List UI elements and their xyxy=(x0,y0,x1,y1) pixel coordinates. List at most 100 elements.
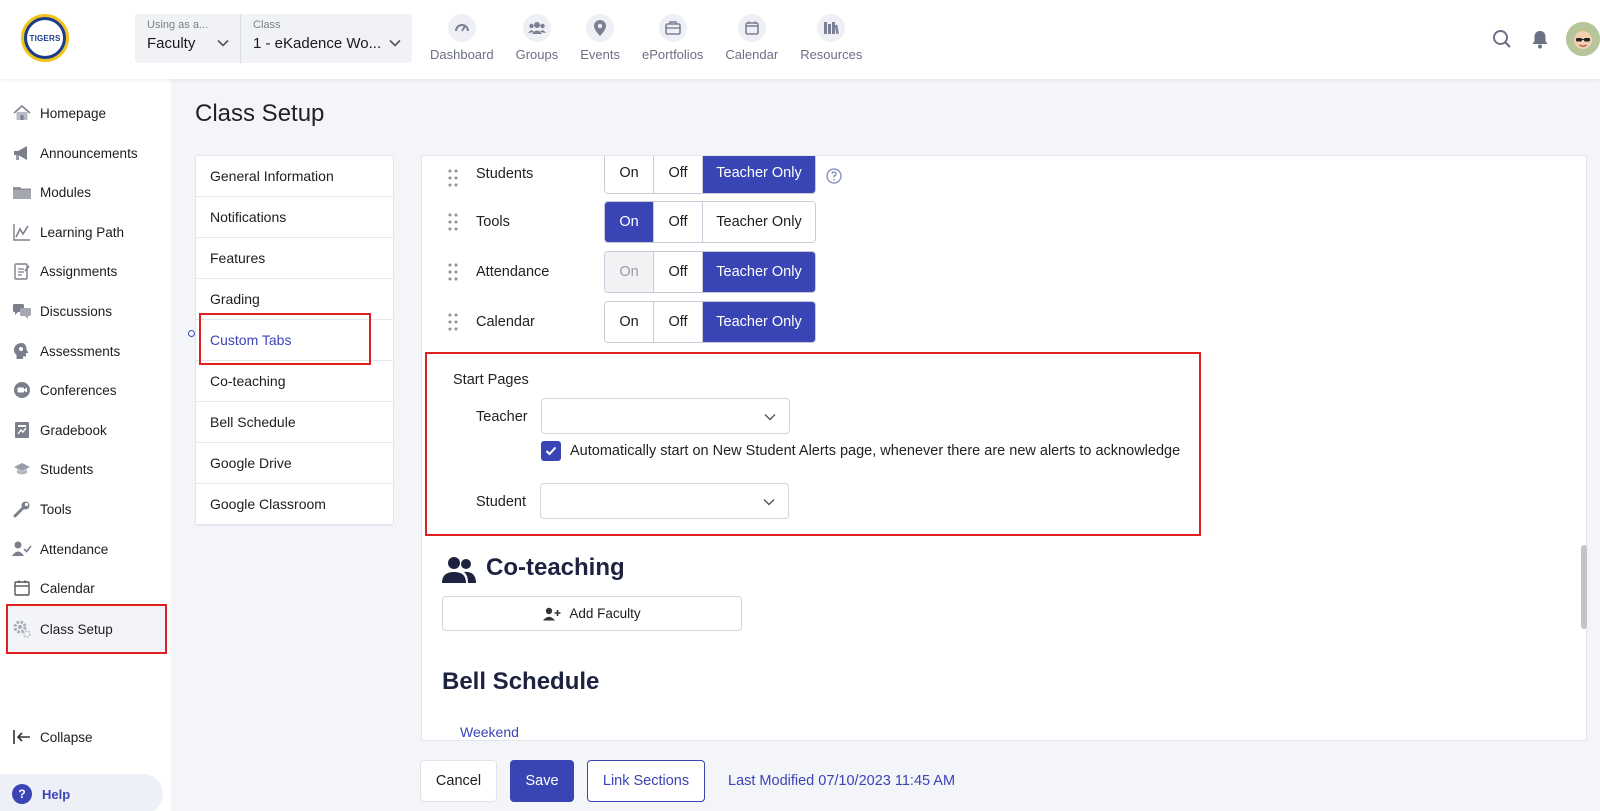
sidebar-item-label: Students xyxy=(40,461,94,477)
sidebar-item-label: Gradebook xyxy=(40,422,107,438)
sidebar-item-label: Assignments xyxy=(40,263,118,279)
menu-google-classroom[interactable]: Google Classroom xyxy=(196,484,393,525)
folder-icon xyxy=(12,182,32,202)
menu-google-drive[interactable]: Google Drive xyxy=(196,443,393,484)
drag-handle-icon[interactable] xyxy=(448,313,458,331)
toggle-teacher-only[interactable]: Teacher Only xyxy=(703,302,815,342)
toggle-off[interactable]: Off xyxy=(654,202,703,242)
nav-label: ePortfolios xyxy=(642,47,704,62)
start-pages-section: Start Pages Teacher Automatically start … xyxy=(425,352,1201,536)
users-icon xyxy=(442,557,476,583)
top-bar: TIGERS Using as a... Faculty Class 1 - e… xyxy=(0,0,1600,79)
custom-tab-row: Calendar On Off Teacher Only xyxy=(422,300,842,344)
help-button[interactable]: ? Help xyxy=(0,774,163,811)
sidebar-item-label: Class Setup xyxy=(40,621,113,637)
toggle-teacher-only[interactable]: Teacher Only xyxy=(703,156,815,193)
sidebar-item-assignments[interactable]: Assignments xyxy=(12,257,117,285)
tab-name: Tools xyxy=(476,214,510,230)
menu-general-information[interactable]: General Information xyxy=(196,156,393,197)
bell-schedule-item[interactable]: Weekend xyxy=(460,724,519,740)
user-avatar[interactable] xyxy=(1566,22,1600,56)
using-as-caption: Using as a... xyxy=(147,19,209,31)
bell-icon[interactable] xyxy=(1528,27,1552,51)
tab-name: Calendar xyxy=(476,314,535,330)
sidebar-item-gradebook[interactable]: Gradebook xyxy=(12,416,107,444)
toggle-on[interactable]: On xyxy=(605,202,654,242)
school-logo[interactable]: TIGERS xyxy=(21,14,69,62)
menu-custom-tabs[interactable]: Custom Tabs xyxy=(196,320,393,361)
nav-groups[interactable]: Groups xyxy=(516,14,558,62)
nav-events[interactable]: Events xyxy=(580,14,620,62)
sidebar-item-learning-path[interactable]: Learning Path xyxy=(12,218,124,246)
nav-label: Events xyxy=(580,47,620,62)
student-start-page-select[interactable] xyxy=(540,483,789,519)
tab-name: Attendance xyxy=(476,264,550,280)
collapse-arrow-icon xyxy=(12,727,32,747)
nav-dashboard[interactable]: Dashboard xyxy=(430,14,494,62)
clipboard-icon xyxy=(12,261,32,281)
sidebar-item-tools[interactable]: Tools xyxy=(12,495,72,523)
menu-co-teaching[interactable]: Co-teaching xyxy=(196,361,393,402)
menu-bell-schedule[interactable]: Bell Schedule xyxy=(196,402,393,443)
user-check-icon xyxy=(12,539,32,559)
sidebar-item-students[interactable]: Students xyxy=(12,455,93,483)
toggle-on: On xyxy=(605,252,654,292)
question-circle-icon[interactable] xyxy=(826,168,842,184)
nav-calendar[interactable]: Calendar xyxy=(725,14,778,62)
toggle-on[interactable]: On xyxy=(605,302,654,342)
sidebar-item-modules[interactable]: Modules xyxy=(12,178,91,206)
toggle-teacher-only[interactable]: Teacher Only xyxy=(703,202,815,242)
menu-features[interactable]: Features xyxy=(196,238,393,279)
toggle-on[interactable]: On xyxy=(605,156,654,193)
sidebar-item-label: Discussions xyxy=(40,303,113,319)
collapse-button[interactable]: Collapse xyxy=(12,723,93,751)
teacher-start-page-select[interactable] xyxy=(541,398,790,434)
path-chart-icon xyxy=(12,222,32,242)
calendar-icon xyxy=(12,578,32,598)
auto-start-alerts-checkbox[interactable] xyxy=(541,441,561,461)
tab-name: Students xyxy=(476,166,534,182)
menu-grading[interactable]: Grading xyxy=(196,279,393,320)
sidebar-item-assessments[interactable]: Assessments xyxy=(12,337,120,365)
sidebar-item-label: Announcements xyxy=(40,145,138,161)
using-as-dropdown[interactable]: Using as a... Faculty xyxy=(135,14,241,63)
drag-handle-icon[interactable] xyxy=(448,169,458,187)
start-pages-title: Start Pages xyxy=(453,372,529,388)
sidebar-item-label: Modules xyxy=(40,184,92,200)
save-button[interactable]: Save xyxy=(510,760,574,802)
toggle-teacher-only[interactable]: Teacher Only xyxy=(703,252,815,292)
add-faculty-button[interactable]: Add Faculty xyxy=(442,596,742,631)
class-value: 1 - eKadence Wo... xyxy=(253,35,382,52)
chat-bubbles-icon xyxy=(12,301,32,321)
toggle-off[interactable]: Off xyxy=(654,302,703,342)
footer-actions: Cancel Save Link Sections Last Modified … xyxy=(420,760,955,802)
sidebar-item-class-setup[interactable]: Class Setup xyxy=(6,604,167,654)
custom-tab-row: Attendance On Off Teacher Only xyxy=(422,250,842,294)
sidebar-item-discussions[interactable]: Discussions xyxy=(12,297,112,325)
chevron-down-icon xyxy=(763,499,775,506)
sidebar-item-calendar[interactable]: Calendar xyxy=(12,574,95,602)
sidebar-item-attendance[interactable]: Attendance xyxy=(12,535,108,563)
toggle-off[interactable]: Off xyxy=(654,156,703,193)
visibility-toggle: On Off Teacher Only xyxy=(604,251,816,293)
sidebar-item-announcements[interactable]: Announcements xyxy=(12,139,138,167)
gears-icon xyxy=(12,619,32,639)
drag-handle-icon[interactable] xyxy=(448,213,458,231)
menu-notifications[interactable]: Notifications xyxy=(196,197,393,238)
nav-resources[interactable]: Resources xyxy=(800,14,862,62)
sidebar-item-homepage[interactable]: Homepage xyxy=(12,99,106,127)
drag-handle-icon[interactable] xyxy=(448,263,458,281)
graduation-cap-icon xyxy=(12,459,32,479)
nav-eportfolios[interactable]: ePortfolios xyxy=(642,14,703,62)
wrench-icon xyxy=(12,499,32,519)
link-sections-button[interactable]: Link Sections xyxy=(587,760,705,802)
sidebar-item-conferences[interactable]: Conferences xyxy=(12,376,117,404)
cancel-button[interactable]: Cancel xyxy=(420,760,497,802)
search-icon[interactable] xyxy=(1490,27,1514,51)
location-pin-icon xyxy=(586,14,615,42)
help-label: Help xyxy=(42,786,71,802)
scrollbar-thumb[interactable] xyxy=(1581,545,1587,629)
toggle-off[interactable]: Off xyxy=(654,252,703,292)
sidebar-item-label: Homepage xyxy=(40,105,107,121)
class-dropdown[interactable]: Class 1 - eKadence Wo... xyxy=(241,14,412,63)
